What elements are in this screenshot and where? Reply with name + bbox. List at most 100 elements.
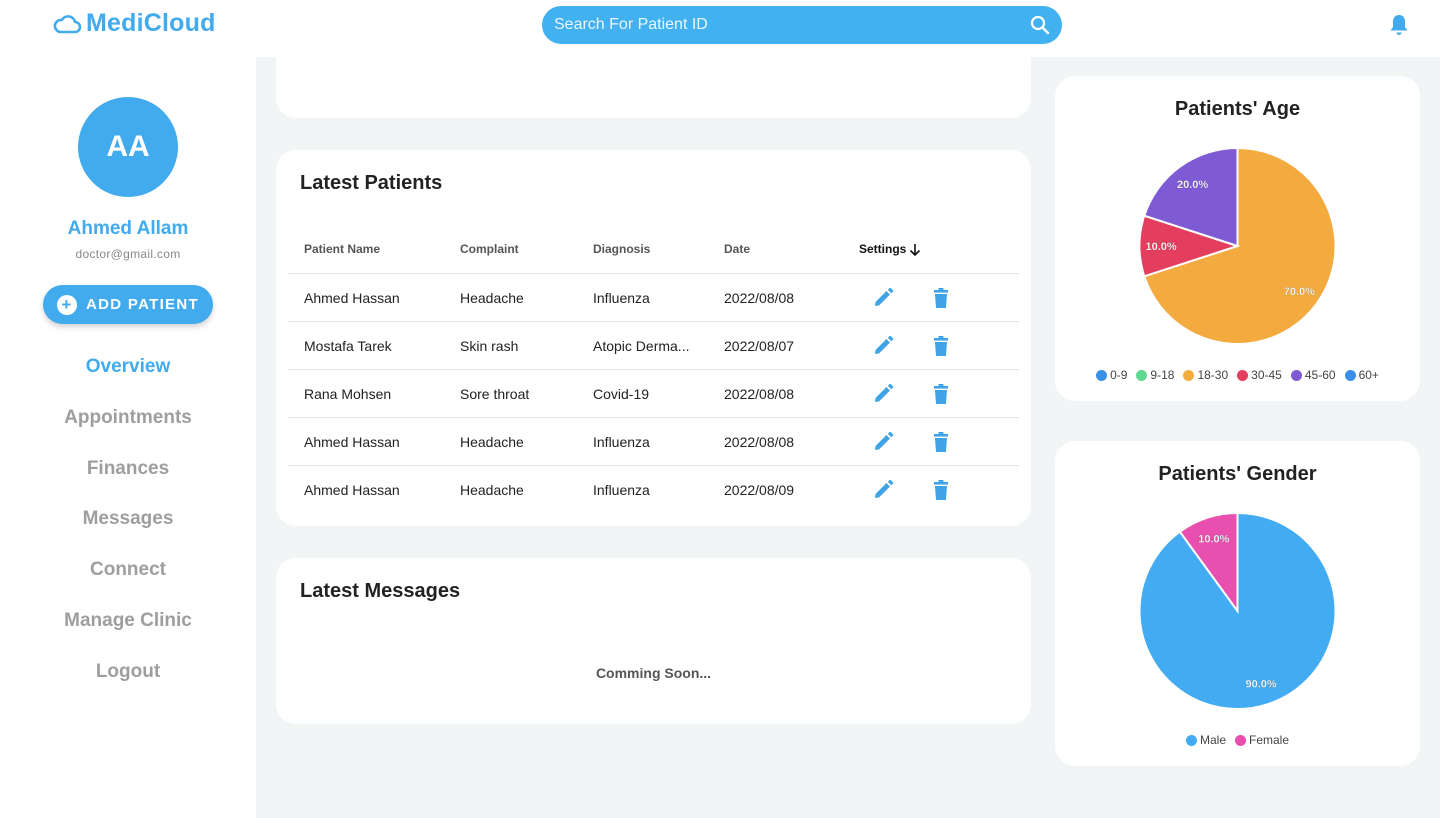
legend-swatch (1235, 734, 1246, 746)
column-header-settings[interactable]: Settings (859, 242, 921, 256)
column-header-diagnosis: Diagnosis (593, 242, 651, 256)
legend-swatch (1136, 369, 1148, 381)
gender-legend-item[interactable]: Female (1235, 733, 1289, 747)
trash-icon (934, 288, 948, 308)
patient-search (542, 6, 1062, 44)
trash-icon (934, 480, 948, 500)
age-data-label: 20.0% (1177, 179, 1208, 191)
search-icon[interactable] (1030, 15, 1050, 35)
search-input[interactable] (554, 16, 1030, 34)
table-row[interactable]: Ahmed Hassan Headache Influenza 2022/08/08 (288, 273, 1019, 321)
cloud-icon (53, 14, 82, 33)
table-row[interactable]: Ahmed Hassan Headache Influenza 2022/08/08 (288, 417, 1019, 465)
gender-chart-card: Patients' Gender 90.0% 10.0% Male Female (1055, 441, 1420, 766)
legend-swatch (1237, 369, 1249, 381)
legend-label: 45-60 (1304, 368, 1336, 382)
nav-messages[interactable]: Messages (0, 508, 256, 530)
age-data-label: 10.0% (1145, 241, 1176, 253)
gender-legend: Male Female (1055, 733, 1420, 747)
delete-button[interactable] (930, 383, 952, 405)
cell-name: Ahmed Hassan (304, 434, 400, 450)
edit-button[interactable] (872, 431, 894, 453)
legend-label: 30-45 (1251, 368, 1282, 382)
legend-swatch (1183, 369, 1195, 381)
messages-placeholder: Comming Soon... (595, 665, 712, 681)
pencil-icon (875, 383, 894, 402)
plus-icon: + (57, 294, 78, 315)
trash-icon (934, 336, 948, 356)
nav-manage-clinic[interactable]: Manage Clinic (0, 610, 256, 632)
edit-button[interactable] (872, 479, 894, 501)
avatar[interactable]: AA (78, 97, 178, 197)
legend-label: 18-30 (1197, 368, 1229, 382)
cell-name: Rana Mohsen (304, 386, 392, 402)
legend-swatch (1096, 369, 1108, 381)
delete-button[interactable] (930, 431, 952, 453)
age-data-label: 70.0% (1284, 286, 1315, 298)
age-legend: 0-9 9-18 18-30 30-45 45-60 60+ (1055, 368, 1420, 382)
user-email: doctor@gmail.com (75, 247, 181, 261)
trash-icon (934, 384, 948, 404)
gender-data-label: 10.0% (1198, 533, 1229, 545)
edit-button[interactable] (872, 335, 894, 357)
delete-button[interactable] (930, 335, 952, 357)
pencil-icon (875, 479, 894, 498)
sort-arrow-down-icon[interactable] (909, 243, 921, 256)
cell-name: Mostafa Tarek (304, 338, 392, 354)
gender-legend-item[interactable]: Male (1185, 733, 1226, 747)
legend-label: 60+ (1358, 368, 1379, 382)
cell-date: 2022/08/07 (724, 338, 795, 354)
nav-appointments[interactable]: Appointments (0, 407, 256, 429)
add-patient-button[interactable]: + ADD PATIENT (43, 285, 213, 324)
cell-name: Ahmed Hassan (304, 482, 400, 498)
age-legend-item[interactable]: 0-9 (1096, 368, 1127, 382)
column-header-date: Date (724, 242, 751, 256)
nav-logout[interactable]: Logout (0, 661, 256, 683)
legend-label: Male (1199, 733, 1226, 747)
cell-complaint: Headache (460, 482, 524, 498)
age-legend-item[interactable]: 9-18 (1136, 368, 1174, 382)
age-legend-item[interactable]: 60+ (1344, 368, 1379, 382)
delete-button[interactable] (930, 287, 952, 309)
table-row[interactable]: Rana Mohsen Sore throat Covid-19 2022/08/08 (288, 369, 1019, 417)
settings-header-label: Settings (859, 242, 907, 256)
cell-date: 2022/08/08 (724, 386, 795, 402)
cell-complaint: Headache (460, 290, 524, 306)
edit-button[interactable] (872, 383, 894, 405)
cell-diagnosis: Influenza (593, 482, 650, 498)
gender-data-label: 90.0% (1246, 679, 1277, 691)
cell-complaint: Sore throat (460, 386, 530, 402)
cell-complaint: Headache (460, 434, 524, 450)
latest-patients-title: Latest Patients (300, 172, 443, 194)
age-legend-item[interactable]: 30-45 (1237, 368, 1282, 382)
pencil-icon (875, 431, 894, 450)
legend-swatch (1344, 369, 1356, 381)
legend-swatch (1185, 734, 1197, 746)
delete-button[interactable] (930, 479, 952, 501)
cell-diagnosis: Covid-19 (593, 386, 650, 402)
age-pie-chart: 70.0% 10.0% 20.0% (1138, 146, 1337, 345)
nav-finances[interactable]: Finances (0, 458, 256, 480)
add-patient-label: ADD PATIENT (86, 296, 199, 313)
table-row[interactable]: Mostafa Tarek Skin rash Atopic Derma... 202… (288, 321, 1019, 369)
legend-swatch (1290, 369, 1302, 381)
gender-pie-chart: 90.0% 10.0% (1138, 511, 1337, 710)
latest-patients-card: Latest Patients Patient Name Complaint D… (276, 150, 1031, 526)
edit-button[interactable] (872, 287, 894, 309)
cell-date: 2022/08/09 (724, 482, 795, 498)
trash-icon (934, 432, 948, 452)
cell-date: 2022/08/08 (724, 434, 795, 450)
nav-connect[interactable]: Connect (0, 559, 256, 581)
cell-diagnosis: Influenza (593, 434, 650, 450)
table-row[interactable]: Ahmed Hassan Headache Influenza 2022/08/09 (288, 465, 1019, 513)
brand-logo[interactable]: MediCloud (52, 9, 216, 38)
pencil-icon (875, 335, 894, 354)
nav-overview[interactable]: Overview (0, 356, 256, 378)
notification-bell-icon[interactable] (1388, 13, 1410, 37)
legend-label: 9-18 (1150, 368, 1175, 382)
cell-diagnosis: Influenza (593, 290, 650, 306)
age-legend-item[interactable]: 45-60 (1290, 368, 1336, 382)
age-chart-card: Patients' Age 70.0% 10.0% 20.0% 0-9 9-18 18-… (1055, 76, 1420, 401)
age-legend-item[interactable]: 18-30 (1183, 368, 1228, 382)
brand-name: MediCloud (86, 9, 216, 37)
